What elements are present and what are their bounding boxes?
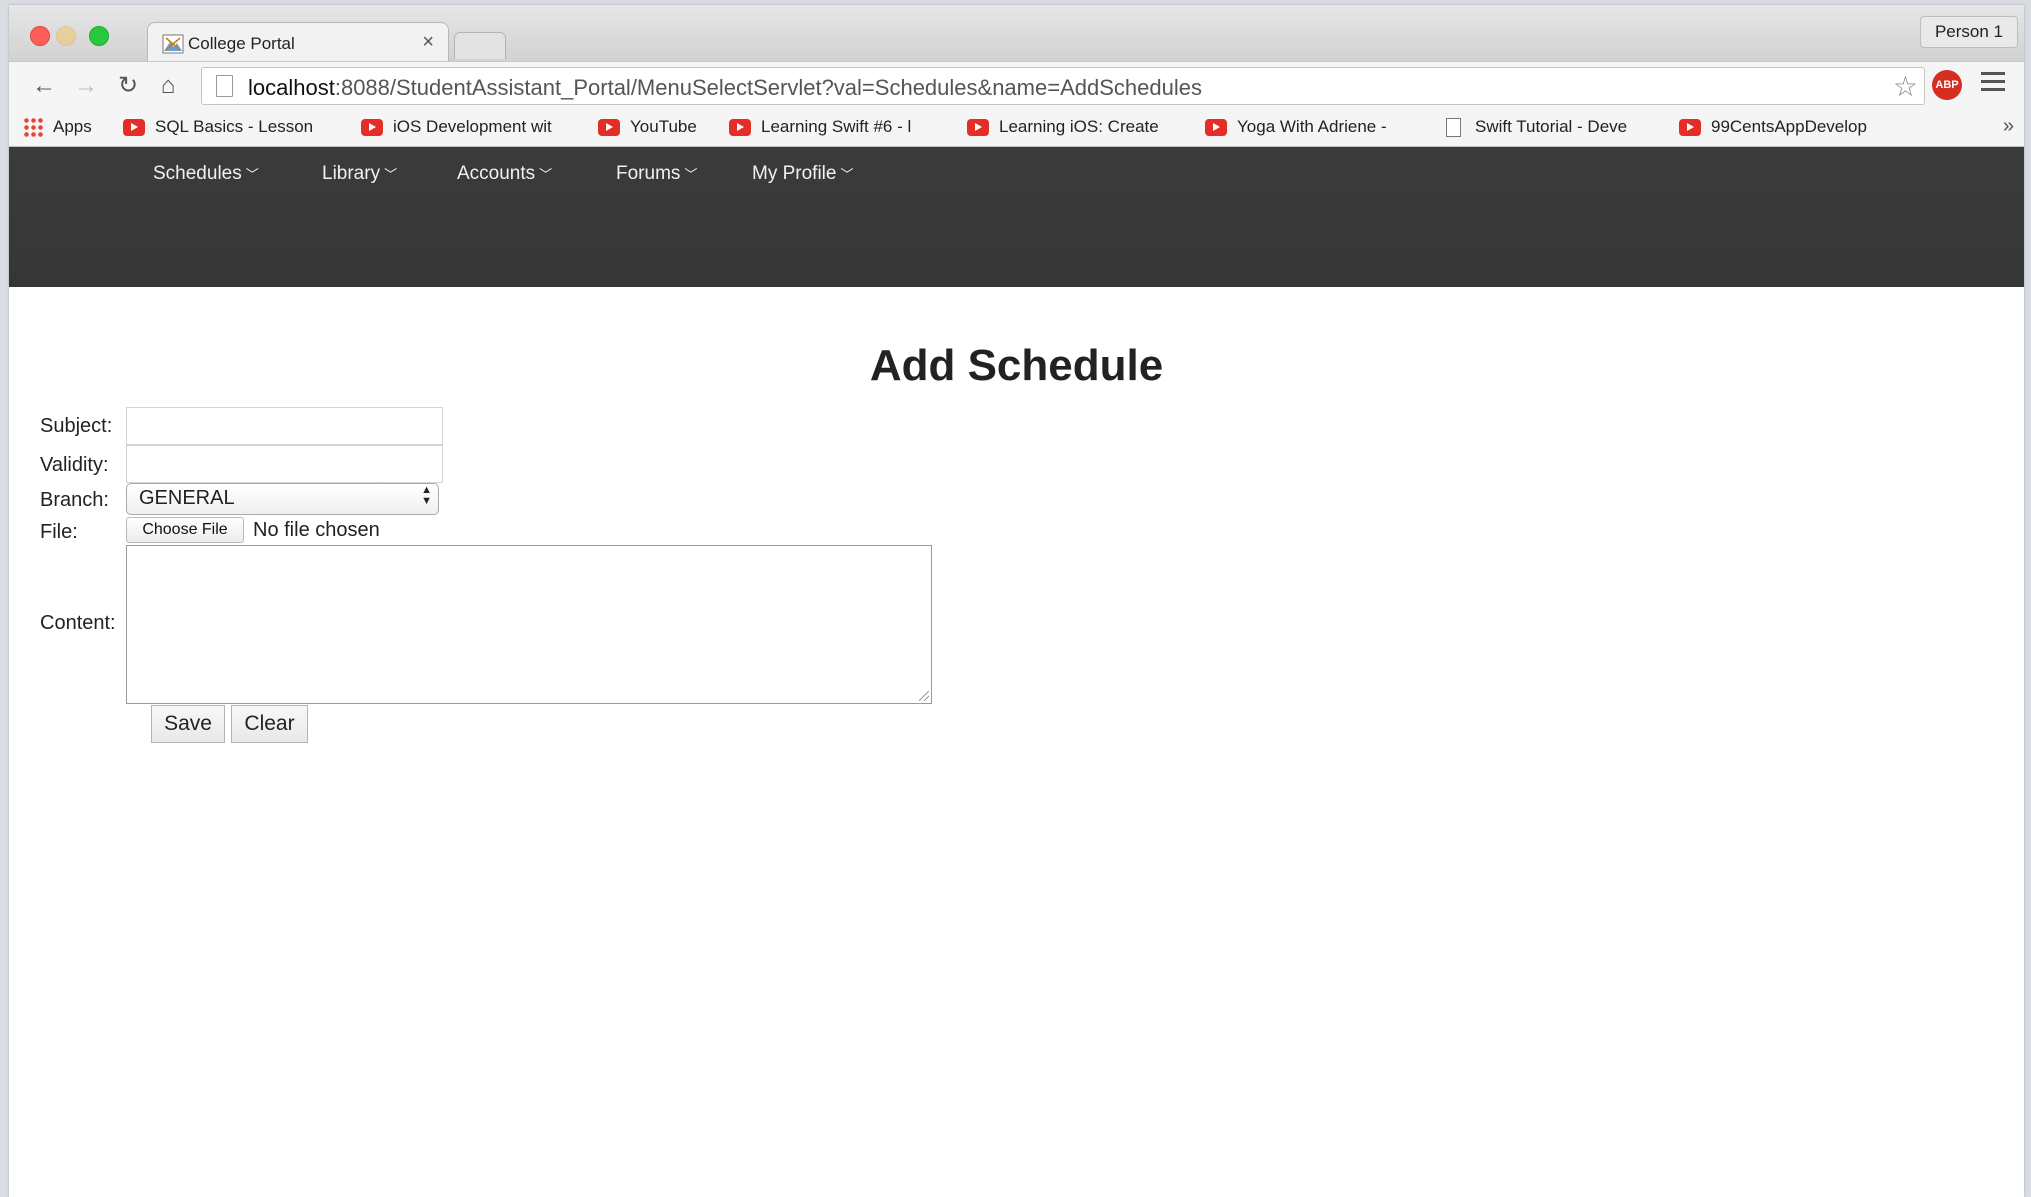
youtube-icon	[123, 118, 145, 136]
hamburger-menu-icon[interactable]	[1981, 72, 2005, 96]
college-portal-favicon-icon	[162, 34, 184, 54]
youtube-icon	[1205, 118, 1227, 136]
youtube-icon	[729, 118, 751, 136]
tab-title: College Portal	[188, 34, 295, 53]
bookmark-label: iOS Development wit	[393, 117, 552, 136]
validity-input[interactable]	[126, 445, 443, 483]
youtube-icon	[1679, 118, 1701, 136]
bookmark-label: Learning Swift #6 - l	[761, 117, 912, 136]
browser-toolbar: ← → ↻ ⌂ localhost:8088/StudentAssistant_…	[9, 61, 2024, 110]
content-textarea[interactable]	[126, 545, 932, 704]
bookmark-item[interactable]: Yoga With Adriene -	[1205, 117, 1387, 137]
adblock-plus-icon[interactable]: ABP	[1932, 70, 1962, 100]
nav-label: Forums	[616, 163, 681, 184]
chevron-down-icon: ﹀	[539, 167, 553, 182]
branch-select[interactable]: GENERAL ▲ ▼	[126, 483, 439, 515]
window-minimize-button[interactable]	[56, 26, 76, 46]
window-maximize-button[interactable]	[89, 26, 109, 46]
url-path: :8088/StudentAssistant_Portal/MenuSelect…	[334, 75, 1202, 100]
chevron-down-icon: ﹀	[684, 167, 698, 182]
forward-arrow-icon[interactable]: →	[71, 72, 101, 100]
bookmark-label: YouTube	[630, 117, 697, 136]
bookmarks-overflow-icon[interactable]: »	[2003, 115, 2014, 138]
url-text[interactable]: localhost:8088/StudentAssistant_Portal/M…	[248, 75, 1202, 101]
bookmark-item[interactable]: YouTube	[598, 117, 697, 137]
youtube-icon	[598, 118, 620, 136]
chevron-down-icon: ﹀	[384, 167, 398, 182]
youtube-icon	[361, 118, 383, 136]
tab-college-portal[interactable]: College Portal ×	[147, 22, 449, 63]
subject-input[interactable]	[126, 407, 443, 445]
file-status-text: No file chosen	[253, 519, 380, 541]
bookmarks-bar: Apps SQL Basics - Lesson iOS Development…	[9, 109, 2024, 147]
bookmark-item[interactable]: Swift Tutorial - Deve	[1446, 117, 1627, 137]
apps-grid-icon	[23, 117, 43, 137]
chevron-down-icon: ﹀	[840, 167, 854, 182]
bookmark-label: SQL Basics - Lesson	[155, 117, 314, 136]
bookmark-label: Yoga With Adriene -	[1237, 117, 1387, 136]
choose-file-button[interactable]: Choose File	[126, 517, 244, 543]
nav-label: My Profile	[752, 163, 837, 184]
nav-forums[interactable]: Forums ﹀	[616, 163, 697, 185]
address-bar[interactable]: localhost:8088/StudentAssistant_Portal/M…	[201, 67, 1925, 105]
home-icon[interactable]: ⌂	[153, 72, 183, 100]
branch-label: Branch:	[40, 489, 109, 511]
file-label: File:	[40, 521, 78, 543]
validity-label: Validity:	[40, 454, 109, 476]
nav-library[interactable]: Library ﹀	[322, 163, 397, 185]
select-arrows-icon: ▲ ▼	[421, 484, 432, 507]
bookmark-star-icon[interactable]: ☆	[1893, 70, 1918, 103]
clear-button[interactable]: Clear	[231, 705, 308, 743]
new-tab-button[interactable]	[454, 32, 506, 59]
profile-button[interactable]: Person 1	[1919, 16, 2018, 48]
youtube-icon	[967, 118, 989, 136]
bookmark-item[interactable]: Learning iOS: Create	[967, 117, 1159, 137]
nav-accounts[interactable]: Accounts ﹀	[457, 163, 552, 185]
bookmark-label: Learning iOS: Create	[999, 117, 1159, 136]
back-arrow-icon[interactable]: ←	[29, 72, 59, 100]
nav-label: Accounts	[457, 163, 536, 184]
tab-strip: College Portal × Person 1	[9, 5, 2024, 63]
chevron-down-icon: ﹀	[245, 167, 259, 182]
nav-label: Schedules	[153, 163, 242, 184]
bookmark-apps[interactable]: Apps	[23, 117, 92, 137]
resize-grip-icon[interactable]	[919, 691, 929, 701]
nav-label: Library	[322, 163, 381, 184]
url-host: localhost	[248, 75, 335, 100]
save-button[interactable]: Save	[151, 705, 225, 743]
subject-label: Subject:	[40, 415, 113, 437]
bookmark-label: 99CentsAppDevelop	[1711, 117, 1867, 136]
bookmark-item[interactable]: 99CentsAppDevelop	[1679, 117, 1867, 137]
site-header-banner: Schedules ﹀ Library ﹀ Accounts ﹀ Forums ﹀ My…	[9, 147, 2024, 287]
page-icon	[216, 75, 233, 97]
bookmark-label: Apps	[53, 117, 92, 136]
reload-icon[interactable]: ↻	[113, 72, 143, 100]
browser-window: College Portal × Person 1 ← → ↻ ⌂ localh…	[9, 5, 2024, 1197]
window-close-button[interactable]	[30, 26, 50, 46]
document-icon	[1446, 117, 1461, 137]
tab-close-icon[interactable]: ×	[422, 31, 434, 54]
nav-my-profile[interactable]: My Profile ﹀	[752, 163, 853, 185]
content-label: Content:	[40, 612, 116, 634]
bookmark-label: Swift Tutorial - Deve	[1475, 117, 1628, 136]
page-title: Add Schedule	[869, 341, 1164, 390]
bookmark-item[interactable]: iOS Development wit	[361, 117, 552, 137]
nav-schedules[interactable]: Schedules ﹀	[153, 163, 259, 185]
bookmark-item[interactable]: Learning Swift #6 - l	[729, 117, 911, 137]
bookmark-item[interactable]: SQL Basics - Lesson	[123, 117, 313, 137]
branch-selected-value: GENERAL	[139, 487, 235, 509]
